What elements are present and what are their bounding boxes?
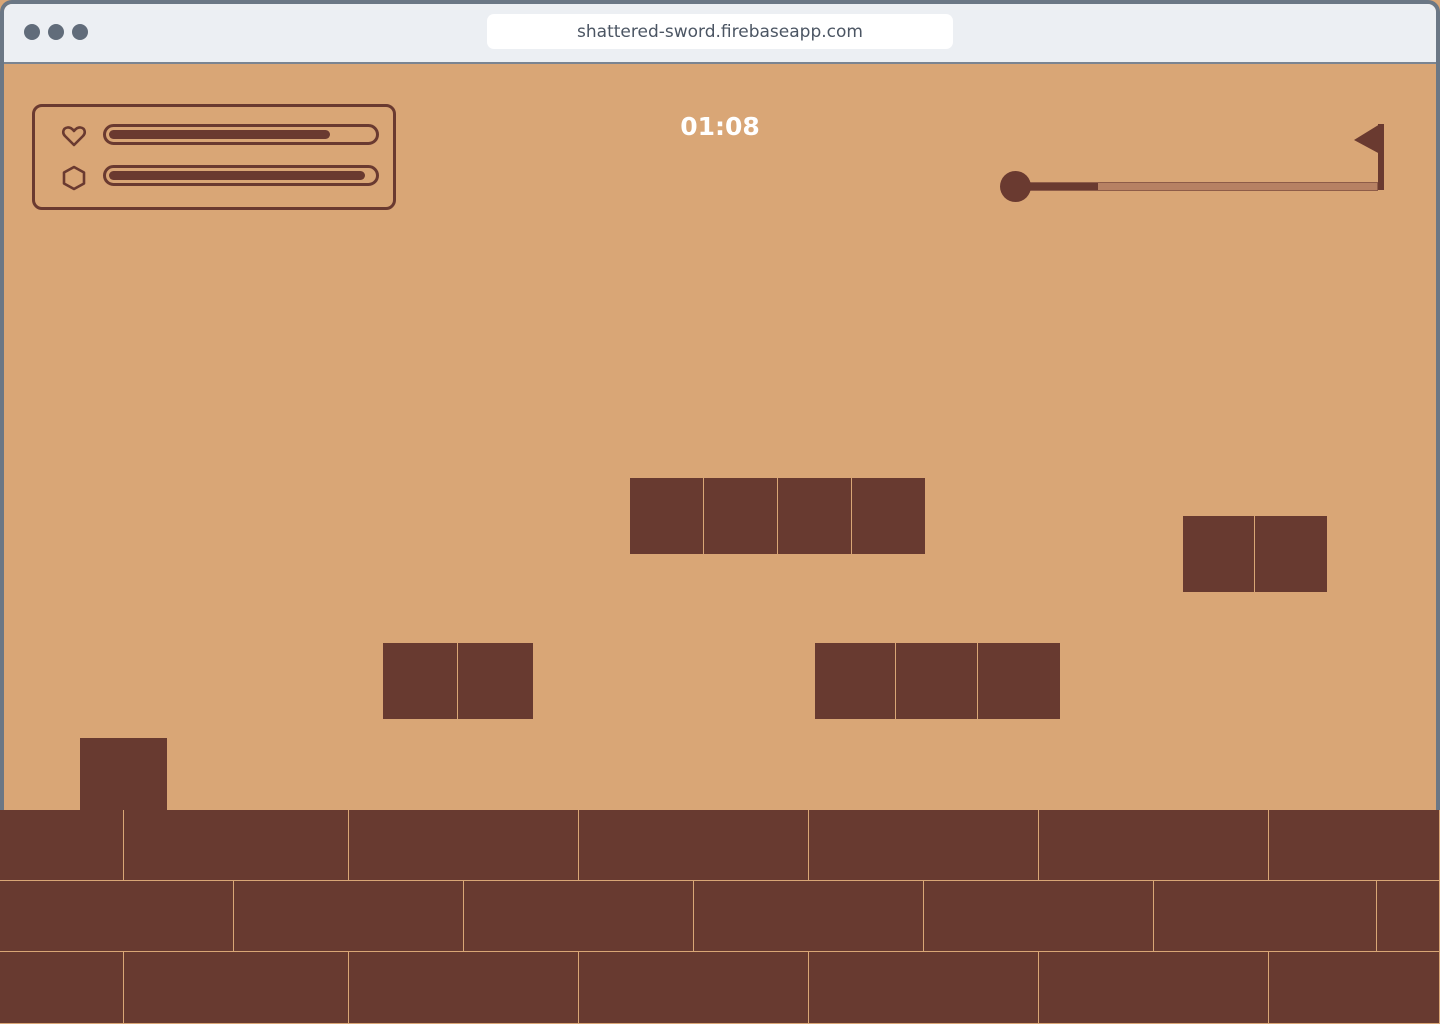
platform-block — [978, 643, 1060, 719]
ground-brick — [1269, 810, 1440, 881]
platform-block — [778, 478, 851, 554]
platform-block — [896, 643, 977, 719]
ground-brick — [924, 881, 1154, 952]
ground-bricks — [0, 810, 1440, 1024]
game-timer: 01:08 — [680, 112, 760, 141]
window-minimize-dot[interactable] — [48, 24, 64, 40]
platform-block — [704, 478, 777, 554]
status-panel — [32, 104, 396, 210]
level-progress-track — [1018, 182, 1378, 191]
health-bar — [103, 124, 379, 145]
platform-block — [383, 643, 457, 719]
platform-block — [1183, 516, 1254, 592]
ground-brick — [1269, 952, 1440, 1024]
ground-brick — [579, 810, 809, 881]
address-bar[interactable]: shattered-sword.firebaseapp.com — [487, 14, 953, 49]
level-progress — [1000, 124, 1390, 204]
browser-titlebar: shattered-sword.firebaseapp.com — [4, 4, 1436, 64]
health-bar-fill — [109, 130, 330, 139]
ground-crate — [80, 738, 167, 814]
ground-brick — [809, 810, 1039, 881]
ground-brick — [124, 810, 349, 881]
shield-bar — [103, 165, 379, 186]
ground-brick — [0, 952, 124, 1024]
ground-brick — [349, 810, 579, 881]
ground-brick — [1154, 881, 1377, 952]
heart-icon — [61, 126, 87, 147]
ground-brick — [1039, 952, 1269, 1024]
window-close-dot[interactable] — [24, 24, 40, 40]
ground-brick — [234, 881, 464, 952]
ground-brick — [0, 810, 124, 881]
ground-brick — [349, 952, 579, 1024]
platform-block — [815, 643, 895, 719]
platform-block — [630, 478, 703, 554]
ground-brick — [579, 952, 809, 1024]
ground-brick — [1039, 810, 1269, 881]
ground-brick — [809, 952, 1039, 1024]
platform-block — [458, 643, 533, 719]
ground-brick — [124, 952, 349, 1024]
shield-bar-fill — [109, 171, 365, 180]
ground-brick — [1377, 881, 1440, 952]
address-url: shattered-sword.firebaseapp.com — [577, 21, 863, 42]
ground-brick — [694, 881, 924, 952]
ground-brick — [464, 881, 694, 952]
hexagon-icon — [62, 165, 86, 191]
platform-block — [1255, 516, 1327, 592]
platform-block — [852, 478, 925, 554]
ground-brick — [0, 881, 234, 952]
window-maximize-dot[interactable] — [72, 24, 88, 40]
player-marker-icon — [1000, 171, 1031, 202]
goal-flag-icon — [1354, 124, 1384, 190]
